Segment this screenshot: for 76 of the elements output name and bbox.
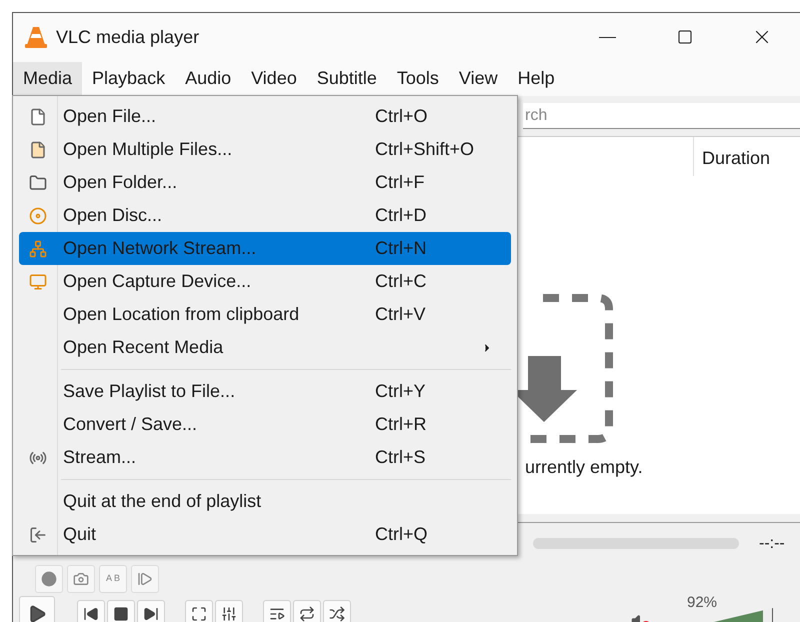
previous-icon xyxy=(83,606,99,622)
menu-item-label: Open Capture Device... xyxy=(63,270,252,293)
volume-percent: 92% xyxy=(687,593,718,613)
camera-icon xyxy=(73,571,89,587)
menu-item-label: Stream... xyxy=(63,446,138,469)
play-button[interactable] xyxy=(19,596,55,622)
capture-card-icon xyxy=(29,272,47,290)
record-icon xyxy=(41,571,57,587)
menu-item-label: Quit xyxy=(63,523,98,546)
file-icon xyxy=(29,108,47,126)
frame-step-button[interactable] xyxy=(131,565,159,593)
next-button[interactable] xyxy=(137,600,165,622)
fullscreen-icon xyxy=(191,606,207,622)
menu-item[interactable]: Open Capture Device... Ctrl+C xyxy=(19,265,511,298)
exit-icon xyxy=(29,526,47,544)
menu-item-label: Quit at the end of playlist xyxy=(63,490,262,513)
menu-item[interactable]: Quit Ctrl+Q xyxy=(19,518,511,551)
loop-button[interactable] xyxy=(293,600,321,622)
shortcut-label: Ctrl+D xyxy=(375,204,427,227)
snapshot-button[interactable] xyxy=(67,565,95,593)
menu-item[interactable]: Open Multiple Files... Ctrl+Shift+O xyxy=(19,133,511,166)
fullscreen-button[interactable] xyxy=(185,600,213,622)
menu-item[interactable]: Stream... Ctrl+S xyxy=(19,441,511,474)
menu-item-label: Convert / Save... xyxy=(63,413,198,436)
search-field[interactable]: rch xyxy=(523,103,800,129)
menu-item-label: Open File... xyxy=(63,105,158,128)
shuffle-button[interactable] xyxy=(323,600,351,622)
next-icon xyxy=(143,606,159,622)
playlist-button[interactable] xyxy=(263,600,291,622)
maximize-icon xyxy=(676,29,692,45)
sliders-icon xyxy=(221,606,237,622)
menu-item-label: Open Recent Media xyxy=(63,336,224,359)
shortcut-label: Ctrl+R xyxy=(375,413,427,436)
traffic-cone-logo xyxy=(25,25,47,49)
menu-bar-item[interactable]: Media xyxy=(13,62,82,95)
shortcut-label: Ctrl+N xyxy=(375,237,427,260)
menu-item[interactable]: Quit at the end of playlist xyxy=(19,485,511,518)
menu-item[interactable]: Open Recent Media xyxy=(19,331,511,364)
window-title: VLC media player xyxy=(56,26,200,49)
stop-button[interactable] xyxy=(107,600,135,622)
empty-playlist-message: urrently empty. xyxy=(525,456,643,479)
menu-item[interactable]: Open Location from clipboard Ctrl+V xyxy=(19,298,511,331)
shortcut-label: Ctrl+Shift+O xyxy=(375,138,474,161)
menu-item-label: Save Playlist to File... xyxy=(63,380,236,403)
minimize-icon xyxy=(599,36,616,38)
time-label: --:-- xyxy=(759,534,785,554)
menu-item-label: Open Folder... xyxy=(63,171,178,194)
equalizer-button[interactable] xyxy=(215,600,243,622)
shortcut-label: Ctrl+F xyxy=(375,171,424,194)
loop-icon xyxy=(299,606,315,622)
disc-icon xyxy=(29,206,47,224)
playlist-icon xyxy=(269,606,285,622)
shortcut-label: Ctrl+C xyxy=(375,270,427,293)
shortcut-label: Ctrl+Q xyxy=(375,523,428,546)
menu-item[interactable]: Open Folder... Ctrl+F xyxy=(19,166,511,199)
menu-item[interactable]: Open File... Ctrl+O xyxy=(19,100,511,133)
menu-item[interactable]: Open Disc... Ctrl+D xyxy=(19,199,511,232)
menu-item-label: Open Disc... xyxy=(63,204,164,227)
shortcut-label: Ctrl+V xyxy=(375,303,426,326)
shortcut-label: Ctrl+S xyxy=(375,446,426,469)
shortcut-label: Ctrl+Y xyxy=(375,380,426,403)
menu-item-label: Open Multiple Files... xyxy=(63,138,234,161)
menu-item[interactable]: Convert / Save... Ctrl+R xyxy=(19,408,511,441)
menu-item[interactable]: Save Playlist to File... Ctrl+Y xyxy=(19,375,511,408)
menu-item-label: Open Network Stream... xyxy=(63,237,258,260)
menu-item[interactable]: Open Network Stream... Ctrl+N xyxy=(19,232,511,265)
previous-button[interactable] xyxy=(77,600,105,622)
menu-item-label: Open Location from clipboard xyxy=(63,303,300,326)
file-icon xyxy=(29,140,47,158)
stop-icon xyxy=(113,606,129,622)
shortcut-label: Ctrl+O xyxy=(375,105,428,128)
folder-icon xyxy=(29,174,47,192)
ab-loop-button[interactable]: A B xyxy=(99,565,127,593)
step-forward-icon xyxy=(137,571,153,587)
shuffle-icon xyxy=(329,606,345,622)
network-icon xyxy=(29,240,47,258)
